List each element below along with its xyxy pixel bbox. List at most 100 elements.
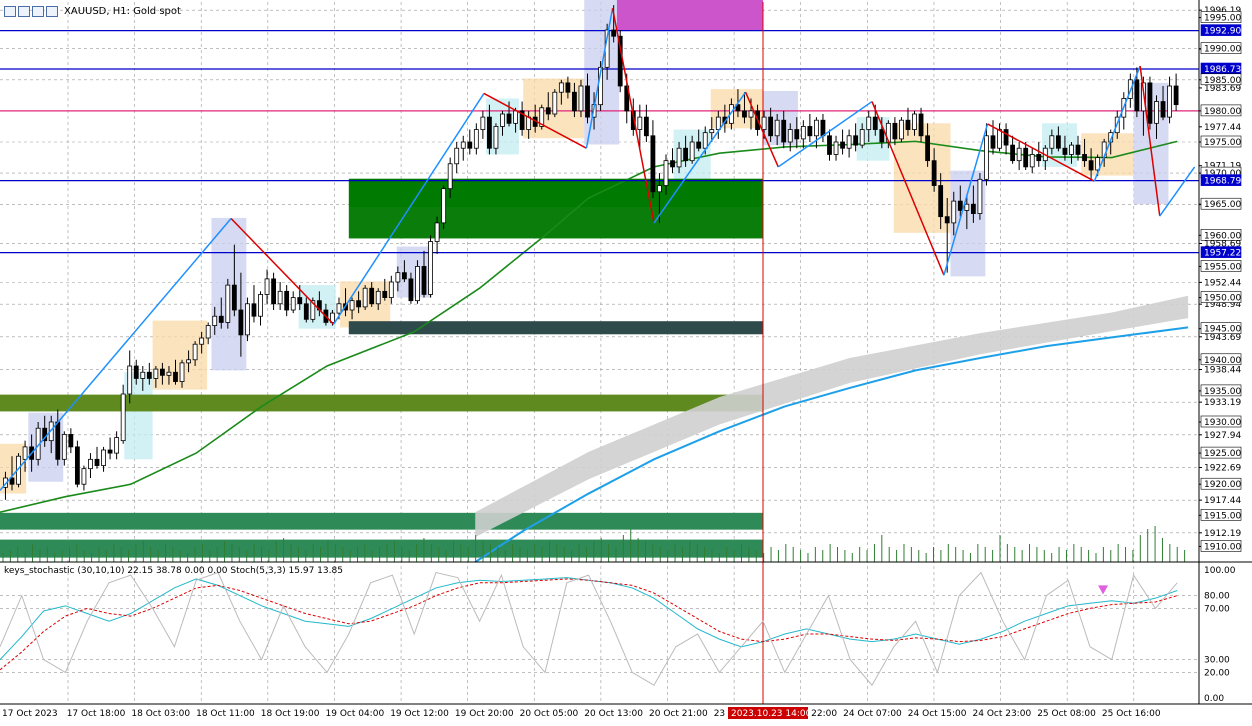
candle-body bbox=[696, 141, 702, 149]
candle-body bbox=[160, 368, 165, 376]
price-tag-text: 1945.00 bbox=[1204, 325, 1241, 335]
price-tag-text: 1980.00 bbox=[1204, 107, 1241, 117]
candle-body bbox=[81, 468, 87, 485]
candle-body bbox=[565, 82, 571, 93]
candle-body bbox=[225, 284, 231, 323]
price-tag-text: 1925.00 bbox=[1204, 449, 1241, 459]
price-tick-label: 1917.44 bbox=[1204, 496, 1241, 506]
time-tick-label: 19 Oct 20:00 bbox=[455, 709, 514, 719]
stoch-tick-label: 80.00 bbox=[1204, 592, 1230, 602]
price-tag-text: 1920.00 bbox=[1204, 480, 1241, 490]
candle-body bbox=[859, 129, 865, 146]
candle-body bbox=[506, 113, 512, 124]
candle-body bbox=[846, 135, 852, 149]
crosshair-time-label: 2023.10.23 14:00 bbox=[731, 709, 812, 719]
price-tag-text: 1935.00 bbox=[1204, 387, 1241, 397]
candle-body bbox=[637, 116, 643, 130]
candle-body bbox=[1049, 135, 1055, 149]
candle-body bbox=[1055, 135, 1061, 149]
window-restore-icon[interactable] bbox=[18, 5, 30, 17]
candle-body bbox=[487, 116, 492, 149]
candle-body bbox=[146, 371, 152, 379]
candle-body bbox=[676, 147, 682, 168]
window-close-icon[interactable] bbox=[46, 5, 58, 17]
candle-body bbox=[127, 365, 133, 395]
candle-body bbox=[866, 116, 872, 130]
time-tick-label: 25 Oct 16:00 bbox=[1102, 709, 1161, 719]
candle-body bbox=[447, 163, 453, 190]
candle-body bbox=[362, 287, 368, 308]
chart-type-icon[interactable] bbox=[4, 5, 16, 17]
candle-body bbox=[1010, 144, 1016, 162]
candle-body bbox=[1062, 147, 1068, 155]
candle-body bbox=[990, 135, 996, 149]
candle-body bbox=[68, 434, 74, 448]
candle-body bbox=[558, 82, 564, 93]
candle-body bbox=[421, 266, 427, 295]
price-tick-label: 1912.19 bbox=[1204, 529, 1241, 539]
candle-body bbox=[55, 421, 61, 460]
candle-body bbox=[774, 119, 780, 137]
candle-body bbox=[650, 135, 656, 193]
candle-body bbox=[454, 147, 460, 165]
price-tick-label: 1952.44 bbox=[1204, 278, 1241, 288]
chart-title: XAUUSD, H1: Gold spot bbox=[64, 5, 181, 17]
candle-body bbox=[277, 290, 283, 305]
candle-body bbox=[683, 147, 689, 162]
candle-body bbox=[245, 303, 250, 336]
candle-body bbox=[473, 129, 479, 149]
level-price-tag-text: 1992.90 bbox=[1204, 27, 1241, 37]
time-tick-label: 20 Oct 21:00 bbox=[649, 709, 708, 719]
candle-body bbox=[709, 129, 715, 134]
candle-body bbox=[480, 116, 486, 130]
candle-body bbox=[192, 343, 198, 361]
candle-body bbox=[94, 458, 100, 466]
candle-body bbox=[513, 110, 518, 124]
candle-body bbox=[643, 116, 649, 137]
candle-body bbox=[1023, 147, 1029, 168]
candle-body bbox=[820, 119, 826, 137]
candle-body bbox=[1088, 160, 1094, 171]
candle-body bbox=[120, 393, 126, 442]
candle-body bbox=[761, 116, 767, 130]
price-zone bbox=[0, 394, 763, 412]
time-tick-label: 17 Oct 18:00 bbox=[67, 709, 126, 719]
price-tick-label: 1938.44 bbox=[1204, 365, 1241, 375]
price-tick-label: 1933.19 bbox=[1204, 398, 1241, 408]
candle-body bbox=[899, 119, 904, 140]
price-chart[interactable]: 1996.191995.001990.001989.941985.001983.… bbox=[0, 0, 1252, 722]
candle-body bbox=[781, 119, 787, 143]
candle-body bbox=[938, 185, 944, 218]
candle-body bbox=[186, 359, 191, 364]
candle-body bbox=[1075, 144, 1081, 155]
price-tag-text: 1960.00 bbox=[1204, 231, 1241, 241]
candle-body bbox=[585, 85, 590, 118]
price-tick-label: 1922.69 bbox=[1204, 463, 1241, 473]
candle-body bbox=[166, 371, 172, 376]
candle-body bbox=[1069, 144, 1074, 155]
candle-body bbox=[807, 126, 813, 137]
candle-body bbox=[800, 126, 806, 140]
candle-body bbox=[1160, 101, 1166, 118]
candle-body bbox=[388, 281, 394, 298]
candle-body bbox=[401, 272, 407, 280]
candle-body bbox=[428, 241, 433, 295]
time-tick-label: 19 Oct 04:00 bbox=[326, 709, 385, 719]
candle-body bbox=[794, 129, 800, 140]
candle-body bbox=[467, 141, 473, 149]
window-minimize-icon[interactable] bbox=[32, 5, 44, 17]
time-tick-label: 24 Oct 07:00 bbox=[843, 709, 902, 719]
candle-body bbox=[814, 119, 819, 137]
candle-body bbox=[611, 29, 617, 37]
candle-body bbox=[369, 287, 375, 305]
price-tag-text: 1910.00 bbox=[1204, 542, 1241, 552]
candle-body bbox=[290, 297, 296, 311]
candle-body bbox=[748, 110, 754, 118]
candle-body bbox=[22, 446, 28, 460]
time-tick-label: 18 Oct 19:00 bbox=[261, 709, 320, 719]
time-tick-label: 20 Oct 13:00 bbox=[584, 709, 643, 719]
candle-body bbox=[742, 110, 747, 118]
price-tag-text: 1950.00 bbox=[1204, 294, 1241, 304]
candle-body bbox=[905, 119, 911, 130]
candle-body bbox=[251, 303, 257, 317]
